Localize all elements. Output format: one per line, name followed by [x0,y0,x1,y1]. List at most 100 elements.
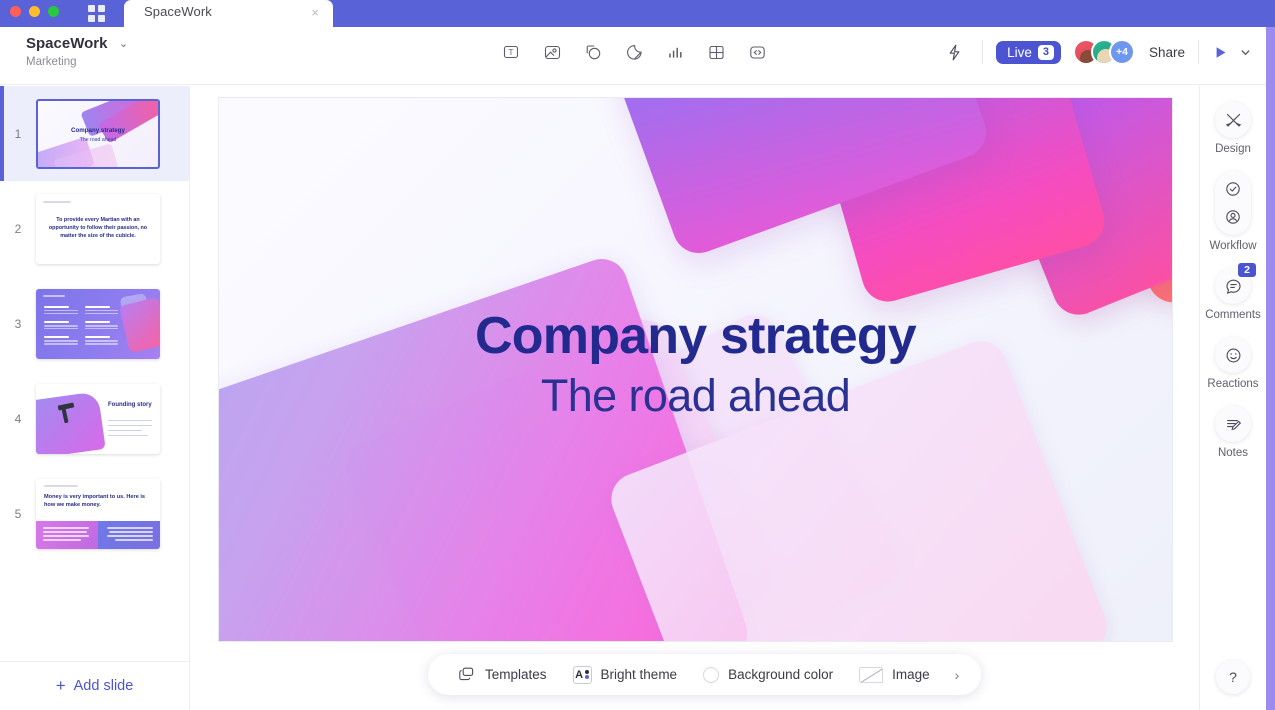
right-rail: Design Workflow 2 Comments Reactions Not… [1199,86,1266,710]
templates-button[interactable]: Templates [444,665,560,684]
slide-preview-title: Founding story [108,401,152,408]
slide-preview-body: To provide every Martian with an opportu… [48,216,148,240]
templates-label: Templates [485,667,547,682]
slide-thumbnail-2[interactable]: 2 To provide every Martian with an oppor… [0,181,189,276]
share-button[interactable]: Share [1149,45,1185,60]
collaborator-avatars[interactable]: +4 [1072,39,1135,65]
present-group[interactable] [1212,44,1252,61]
workspace-name: Marketing [26,56,77,68]
slide-preview: Money is very important to us. Here is h… [36,478,160,549]
design-tools-icon [1215,102,1251,138]
rail-label: Comments [1205,309,1261,321]
slide-thumbnail-5[interactable]: 5 Money is very important to us. Here is… [0,466,189,561]
header-right-group: Live 3 +4 Share [939,37,1252,67]
live-badge[interactable]: Live 3 [996,40,1061,64]
minimize-window-button[interactable] [29,6,40,17]
image-label: Image [892,667,930,682]
notes-pencil-icon [1215,406,1251,442]
background-color-label: Background color [728,667,834,682]
slide-number: 4 [14,411,22,426]
rail-label: Workflow [1209,240,1257,252]
theme-dots [585,669,590,680]
svg-text:T: T [509,48,514,57]
status-badge: 2 [1236,261,1258,279]
maximize-window-button[interactable] [48,6,59,17]
check-person-icon [1215,171,1251,235]
rail-item-reactions[interactable]: Reactions [1200,337,1266,390]
play-icon [1216,46,1226,58]
slide-style-toolbar: Templates A Bright theme Background colo… [428,654,982,695]
slide-preview: Founding story [36,383,160,454]
slide-preview [36,288,160,359]
rail-label: Design [1215,143,1251,155]
brand-name: SpaceWork [26,35,108,53]
chevron-down-icon[interactable]: ⌄ [119,37,128,50]
slide-preview-title: Company strategy [71,126,125,134]
image-button[interactable]: Image [846,666,943,683]
tab-overview-icon[interactable] [88,5,105,22]
smiley-icon [1215,337,1251,373]
add-slide-label: Add slide [73,678,134,694]
theme-icon-letter: A [575,668,584,681]
rail-label: Notes [1217,447,1249,459]
embed-tool-button[interactable] [743,38,771,66]
slide-subtitle[interactable]: The road ahead [219,370,1172,422]
chevron-down-icon [1241,49,1250,55]
shapes-tool-button[interactable] [579,38,607,66]
window-traffic-lights [10,6,59,17]
slide-canvas[interactable]: Company strategy The road ahead [219,98,1172,641]
slide-number: 2 [14,221,22,236]
lightning-icon[interactable] [939,37,969,67]
insert-toolbar: T [497,38,771,66]
slide-number: 1 [14,126,22,141]
templates-icon [459,667,474,681]
add-slide-button[interactable]: + Add slide [0,661,190,710]
browser-tab[interactable]: SpaceWork × [124,0,333,27]
live-count: 3 [1037,44,1054,60]
background-color-swatch[interactable] [703,666,720,683]
slide-preview-body: Money is very important to us. Here is h… [44,493,146,508]
help-button[interactable]: ? [1216,660,1250,694]
tab-title: SpaceWork [144,4,212,19]
browser-chrome: SpaceWork × [0,0,1275,27]
brand-block[interactable]: SpaceWork ⌄ Marketing [26,35,128,68]
slide-preview: To provide every Martian with an opportu… [36,193,160,264]
rail-item-notes[interactable]: Notes [1200,406,1266,459]
sticker-tool-button[interactable] [620,38,648,66]
canvas-area[interactable]: Company strategy The road ahead [190,86,1199,710]
slides-panel[interactable]: 1 Company strategy The road ahead 2 To p… [0,86,190,661]
table-tool-button[interactable] [702,38,730,66]
divider [982,40,984,64]
chevron-right-icon[interactable]: › [943,667,966,683]
slide-title[interactable]: Company strategy [219,306,1172,366]
rail-item-workflow[interactable]: Workflow [1200,171,1266,252]
avatar-overflow[interactable]: +4 [1108,39,1135,65]
theme-label: Bright theme [600,667,678,682]
text-tool-button[interactable]: T [497,38,525,66]
close-window-button[interactable] [10,6,21,17]
slide-preview: Company strategy The road ahead [36,98,160,169]
window-right-frame [1266,0,1275,710]
app-header: SpaceWork ⌄ Marketing T Live 3 +4 Share [0,27,1266,85]
divider [1198,40,1199,64]
rail-item-design[interactable]: Design [1200,102,1266,155]
slide-thumbnail-4[interactable]: 4 Founding story [0,371,189,466]
rail-item-comments[interactable]: 2 Comments [1200,261,1266,321]
slide-thumbnail-1[interactable]: 1 Company strategy The road ahead [0,86,189,181]
slide-number: 3 [14,316,22,331]
slide-number: 5 [14,506,22,521]
window-right-frame-top [1266,0,1275,27]
slide-thumbnail-3[interactable]: 3 [0,276,189,371]
rail-label: Reactions [1207,378,1259,390]
image-tool-button[interactable] [538,38,566,66]
plus-icon: + [55,676,66,695]
theme-icon: A [572,665,592,684]
app-window: SpaceWork × SpaceWork ⌄ Marketing T Live… [0,0,1275,710]
close-icon[interactable]: × [311,6,319,20]
slide-preview-subtitle: The road ahead [79,136,117,143]
theme-button[interactable]: A Bright theme [560,665,691,684]
image-swatch[interactable] [859,666,884,683]
background-color-button[interactable]: Background color [690,666,846,683]
chart-tool-button[interactable] [661,38,689,66]
live-label: Live [1007,44,1032,60]
